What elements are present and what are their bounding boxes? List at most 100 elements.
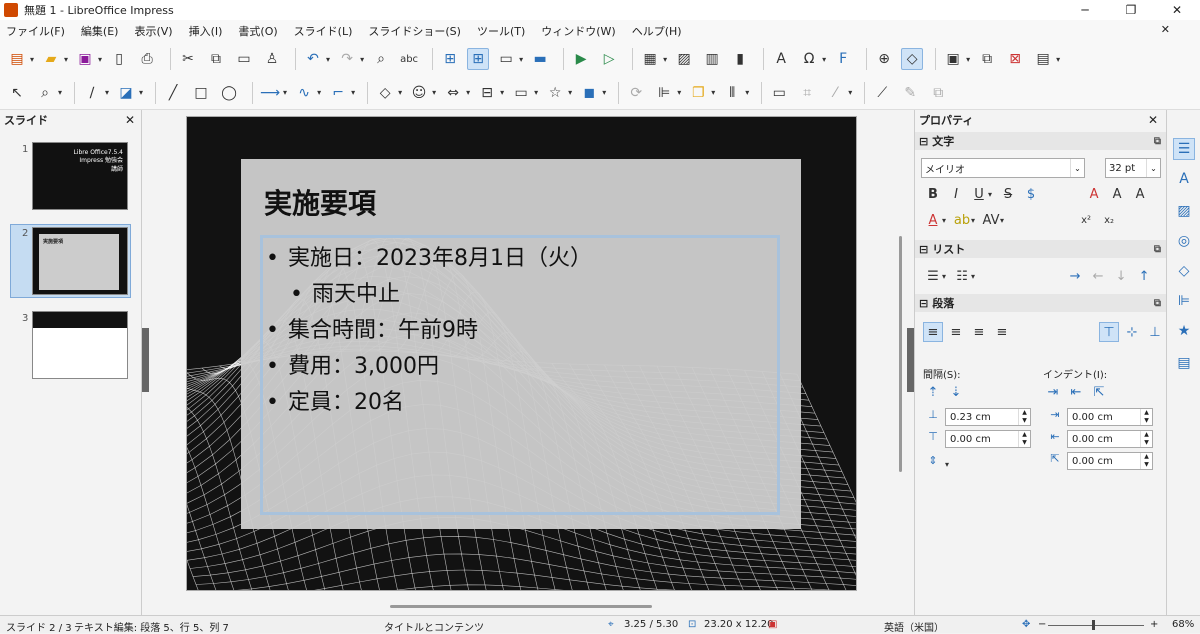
justify-icon[interactable]: ≡ <box>992 322 1012 342</box>
undo-icon[interactable]: ↶ <box>302 48 324 70</box>
align-middle-icon[interactable]: ⊹ <box>1122 322 1142 342</box>
menu-window[interactable]: ウィンドウ(W) <box>541 23 615 39</box>
demote-icon[interactable]: → <box>1065 266 1085 286</box>
language-status[interactable]: 英語（米国） <box>884 619 944 634</box>
save-icon[interactable]: ▣ <box>74 48 96 70</box>
rectangle-icon[interactable]: □ <box>190 82 212 104</box>
animation-deck-icon[interactable]: ★ <box>1173 320 1195 342</box>
vertical-scrollbar[interactable] <box>899 236 902 472</box>
bold-icon[interactable]: B <box>923 184 943 204</box>
connector-icon[interactable]: ⌐ <box>327 82 349 104</box>
find-replace-icon[interactable]: ⌕ <box>370 48 392 70</box>
slide-thumbnail-3[interactable] <box>32 311 128 379</box>
document-modified-icon[interactable]: ▣ <box>768 619 777 630</box>
symbol-shapes-icon[interactable]: ☺ <box>408 82 430 104</box>
redo-icon[interactable]: ↷ <box>336 48 358 70</box>
slide-thumbnail-1[interactable]: Libre Office7.5.4 Impress 勉強会 講師 <box>32 142 128 210</box>
insert-textbox-icon[interactable]: A <box>770 48 792 70</box>
unordered-list-icon[interactable]: ☰ <box>923 266 943 286</box>
minimize-button[interactable]: ─ <box>1062 0 1108 20</box>
before-indent-field[interactable]: 0.00 cm ▲ ▼ <box>1067 408 1153 426</box>
zoom-pan-icon[interactable]: ⌕ <box>34 82 56 104</box>
fit-slide-icon[interactable]: ✥ <box>1022 619 1030 630</box>
superscript-icon[interactable]: x² <box>1076 210 1096 230</box>
menu-insert[interactable]: 挿入(I) <box>189 23 223 39</box>
cut-icon[interactable]: ✂ <box>177 48 199 70</box>
ellipse-icon[interactable]: ◯ <box>218 82 240 104</box>
clear-formatting-icon[interactable]: A <box>1084 184 1104 204</box>
block-arrows-icon[interactable]: ⇔ <box>442 82 464 104</box>
subscript-icon[interactable]: x₂ <box>1099 210 1119 230</box>
slide-layout-icon[interactable]: ▤ <box>1032 48 1054 70</box>
close-window-button[interactable]: ✕ <box>1154 0 1200 20</box>
collapse-sidebar-handle[interactable] <box>907 328 914 392</box>
slide-title[interactable]: 実施要項 <box>264 182 376 222</box>
menu-edit[interactable]: 編集(E) <box>81 23 119 39</box>
show-draw-functions-icon[interactable]: ◇ <box>901 48 924 70</box>
below-spacing-field[interactable]: 0.00 cm ▲ ▼ <box>945 430 1031 448</box>
font-color-icon[interactable]: A <box>923 210 943 230</box>
character-spacing-icon[interactable]: AV <box>981 210 1001 230</box>
glue-points-icon[interactable]: ✎ <box>899 82 921 104</box>
master-slide-icon[interactable]: ▬ <box>529 48 551 70</box>
rotate-icon[interactable]: ⟳ <box>625 82 647 104</box>
delete-slide-icon[interactable]: ⊠ <box>1004 48 1026 70</box>
align-left-icon[interactable]: ≡ <box>923 322 943 342</box>
fontwork-icon[interactable]: F <box>832 48 854 70</box>
align-top-icon[interactable]: ⊤ <box>1099 322 1119 342</box>
helplines-icon[interactable]: ⊞ <box>467 48 490 70</box>
line-color-icon[interactable]: ∕ <box>81 82 103 104</box>
fill-color-icon[interactable]: ◪ <box>115 82 137 104</box>
list-section-header[interactable]: ⊟ リスト ⧉ <box>915 240 1167 258</box>
increase-font-icon[interactable]: A <box>1107 184 1127 204</box>
zoom-slider-knob[interactable] <box>1092 620 1095 630</box>
close-document-icon[interactable]: ✕ <box>1161 23 1170 36</box>
align-right-icon[interactable]: ≡ <box>969 322 989 342</box>
strikethrough-icon[interactable]: S <box>998 184 1018 204</box>
export-pdf-icon[interactable]: ▯ <box>108 48 130 70</box>
decrease-font-icon[interactable]: A <box>1130 184 1150 204</box>
spelling-icon[interactable]: abc <box>398 48 420 70</box>
start-current-slide-icon[interactable]: ▷ <box>598 48 620 70</box>
new-slide-icon[interactable]: ▣ <box>942 48 964 70</box>
distribute-icon[interactable]: ⫴ <box>721 82 743 104</box>
stars-icon[interactable]: ☆ <box>544 82 566 104</box>
collapse-slide-pane-handle[interactable] <box>142 328 149 392</box>
move-down-icon[interactable]: ↓ <box>1111 266 1131 286</box>
special-character-icon[interactable]: Ω <box>798 48 820 70</box>
font-size-combo[interactable]: 32 pt ⌄ <box>1105 158 1161 178</box>
zoom-level[interactable]: 68% <box>1172 619 1194 630</box>
duplicate-slide-icon[interactable]: ⧉ <box>976 48 998 70</box>
filter-icon[interactable]: ⁄ <box>824 82 846 104</box>
align-bottom-icon[interactable]: ⊥ <box>1145 322 1165 342</box>
align-objects-icon[interactable]: ⊫ <box>653 82 675 104</box>
move-up-icon[interactable]: ↑ <box>1134 266 1154 286</box>
zoom-slider[interactable] <box>1048 625 1144 626</box>
navigator-deck-icon[interactable]: ◎ <box>1173 230 1195 252</box>
basic-shapes-icon[interactable]: ◇ <box>374 82 396 104</box>
highlight-color-icon[interactable]: ab <box>952 210 972 230</box>
hanging-indent-icon[interactable]: ⇱ <box>1089 382 1109 402</box>
menu-tools[interactable]: ツール(T) <box>477 23 525 39</box>
maximize-button[interactable]: ❐ <box>1108 0 1154 20</box>
above-spacing-field[interactable]: 0.23 cm ▲ ▼ <box>945 408 1031 426</box>
shapes-deck-icon[interactable]: ◇ <box>1173 260 1195 282</box>
horizontal-scrollbar[interactable] <box>390 605 652 608</box>
character-section-header[interactable]: ⊟ 文字 ⧉ <box>915 132 1167 150</box>
shadow-text-icon[interactable]: $ <box>1021 184 1041 204</box>
new-document-icon[interactable]: ▤ <box>6 48 28 70</box>
insert-chart-icon[interactable]: ▮ <box>729 48 751 70</box>
callouts-icon[interactable]: ▭ <box>510 82 532 104</box>
ordered-list-icon[interactable]: ☷ <box>952 266 972 286</box>
arrow-line-icon[interactable]: ⟶ <box>259 82 281 104</box>
zoom-out-button[interactable]: − <box>1038 619 1046 630</box>
start-first-slide-icon[interactable]: ▶ <box>570 48 592 70</box>
increase-paragraph-spacing-icon[interactable]: ⇡ <box>923 382 943 402</box>
underline-icon[interactable]: U <box>969 184 989 204</box>
menu-format[interactable]: 書式(O) <box>238 23 277 39</box>
line-spacing-icon[interactable]: ⇕ <box>925 454 941 470</box>
properties-close-icon[interactable]: ✕ <box>1148 113 1158 127</box>
italic-icon[interactable]: I <box>946 184 966 204</box>
hyperlink-icon[interactable]: ⊕ <box>873 48 895 70</box>
insert-image-icon[interactable]: ▨ <box>673 48 695 70</box>
